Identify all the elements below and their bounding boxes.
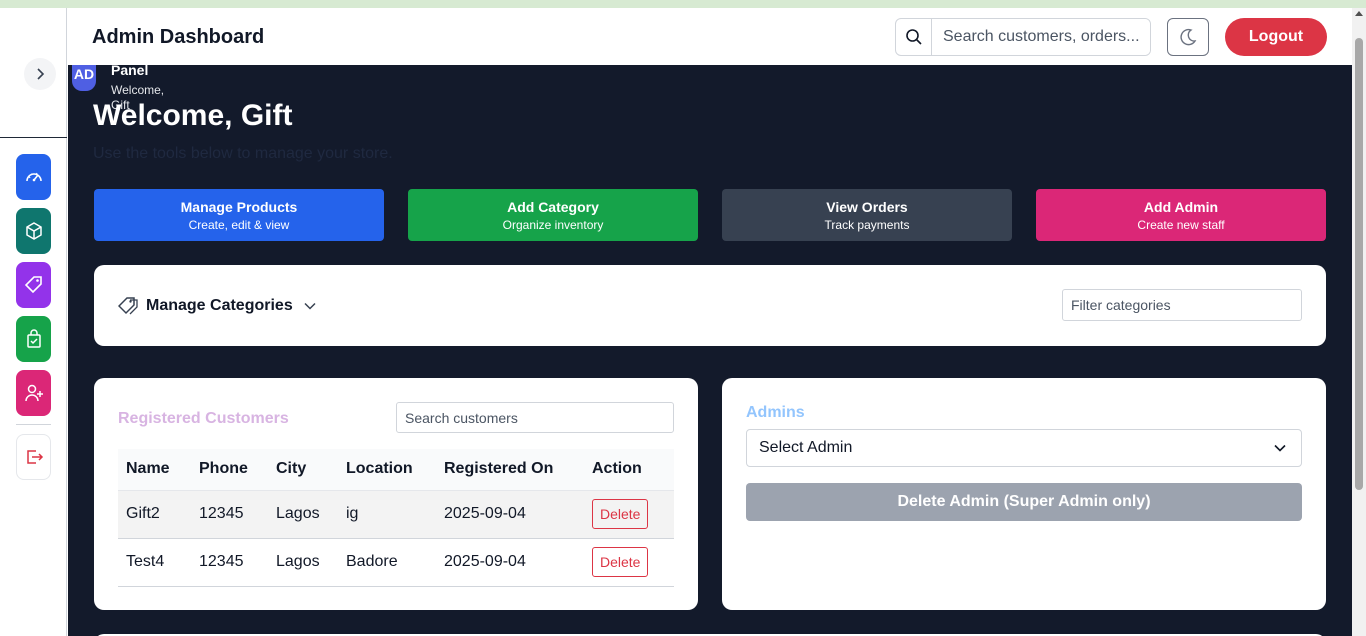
shopping-bag-check-icon — [26, 329, 41, 348]
welcome-heading: Welcome, Gift — [93, 99, 293, 132]
avatar: AD — [72, 65, 96, 91]
logout-icon — [26, 450, 43, 464]
cell-phone: 12345 — [191, 490, 268, 539]
logout-button[interactable]: Logout — [1225, 18, 1327, 56]
page-scrollbar[interactable] — [1352, 8, 1366, 636]
customers-title: Registered Customers — [118, 410, 289, 427]
action-subtitle: Organize inventory — [502, 218, 604, 232]
browser-top-strip — [0, 0, 1366, 8]
action-title: View Orders — [826, 199, 908, 215]
add-category-button[interactable]: Add Category Organize inventory — [408, 189, 698, 241]
main-content: AD Panel Welcome, Gift Welcome, Gift Use… — [68, 65, 1352, 636]
cell-name: Gift2 — [118, 490, 191, 539]
cell-action: Delete — [584, 490, 674, 539]
delete-admin-button[interactable]: Delete Admin (Super Admin only) — [746, 483, 1302, 521]
manage-products-button[interactable]: Manage Products Create, edit & view — [94, 189, 384, 241]
action-title: Add Category — [507, 199, 599, 215]
tag-icon — [24, 276, 42, 294]
sidebar-item-add-admin[interactable] — [16, 370, 51, 416]
action-subtitle: Track payments — [824, 218, 910, 232]
chevron-right-icon — [37, 68, 45, 80]
delete-customer-button[interactable]: Delete — [592, 547, 649, 577]
scroll-thumb[interactable] — [1355, 38, 1363, 490]
sidebar — [0, 8, 67, 636]
sidebar-item-products[interactable] — [16, 208, 51, 254]
welcome-subtitle: Use the tools below to manage your store… — [93, 145, 393, 162]
column-header: Registered On — [436, 449, 584, 491]
manage-categories-card: Manage Categories — [94, 265, 1326, 346]
cell-location: ig — [338, 490, 436, 539]
column-header: City — [268, 449, 338, 491]
user-add-icon — [24, 384, 43, 402]
sidebar-item-categories[interactable] — [16, 262, 51, 308]
panel-welcome-text: Welcome, — [111, 83, 165, 97]
action-title: Manage Products — [180, 199, 298, 215]
add-admin-button[interactable]: Add Admin Create new staff — [1036, 189, 1326, 241]
cell-location: Badore — [338, 538, 436, 587]
cell-action: Delete — [584, 538, 674, 587]
manage-categories-toggle[interactable]: Manage Categories — [146, 297, 317, 315]
table-header-row: Name Phone City Location Registered On A… — [118, 449, 674, 491]
chevron-down-icon — [304, 302, 316, 310]
cell-city: Lagos — [268, 490, 338, 539]
panel-title: Panel — [111, 65, 149, 78]
action-subtitle: Create new staff — [1137, 218, 1225, 232]
admins-title: Admins — [746, 404, 805, 421]
cell-phone: 12345 — [191, 538, 268, 587]
delete-customer-button[interactable]: Delete — [592, 499, 649, 529]
registered-customers-card: Registered Customers Name Phone City Loc… — [94, 378, 698, 610]
column-header: Phone — [191, 449, 268, 491]
table-row: Test4 12345 Lagos Badore 2025-09-04 Dele… — [118, 538, 674, 587]
sidebar-divider — [0, 137, 67, 138]
top-header: Admin Dashboard Logout — [68, 8, 1352, 65]
sidebar-expand-button[interactable] — [24, 58, 56, 90]
search-customers-input[interactable] — [396, 402, 674, 433]
admin-select-value: Select Admin — [759, 439, 853, 456]
scroll-up-arrow-icon[interactable] — [1355, 11, 1363, 16]
moon-icon — [1180, 28, 1197, 46]
cell-registered: 2025-09-04 — [436, 538, 584, 587]
dashboard-gauge-icon — [25, 172, 42, 182]
view-orders-button[interactable]: View Orders Track payments — [722, 189, 1012, 241]
search-button[interactable] — [896, 19, 932, 55]
page-title: Admin Dashboard — [92, 26, 265, 48]
manage-categories-title: Manage Categories — [146, 297, 293, 314]
tag-icon — [118, 297, 138, 315]
admins-card: Admins Select Admin Delete Admin (Super … — [722, 378, 1326, 610]
cell-city: Lagos — [268, 538, 338, 587]
chevron-down-icon — [1274, 444, 1286, 452]
filter-categories-input[interactable] — [1062, 289, 1302, 321]
table-row: Gift2 12345 Lagos ig 2025-09-04 Delete — [118, 490, 674, 539]
action-subtitle: Create, edit & view — [188, 218, 290, 232]
column-header: Name — [118, 449, 191, 491]
search-input[interactable] — [932, 19, 1150, 55]
sidebar-separator — [16, 424, 51, 425]
cell-name: Test4 — [118, 538, 191, 587]
column-header: Location — [338, 449, 436, 491]
customers-table: Name Phone City Location Registered On A… — [118, 449, 674, 587]
sidebar-item-orders[interactable] — [16, 316, 51, 362]
global-search — [895, 18, 1151, 56]
search-icon — [905, 29, 922, 45]
theme-toggle-button[interactable] — [1167, 18, 1209, 56]
column-header: Action — [584, 449, 674, 491]
box-icon — [25, 222, 42, 240]
admin-select-dropdown[interactable]: Select Admin — [746, 429, 1302, 467]
sidebar-item-dashboard[interactable] — [16, 154, 51, 200]
sidebar-item-logout[interactable] — [16, 434, 51, 480]
cell-registered: 2025-09-04 — [436, 490, 584, 539]
action-title: Add Admin — [1143, 199, 1219, 215]
